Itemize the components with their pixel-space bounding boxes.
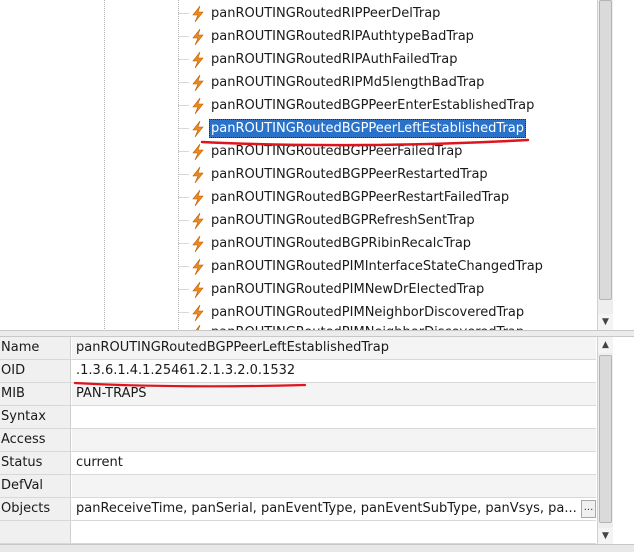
scroll-down-arrow-icon[interactable]: ▼ [598, 314, 613, 330]
tree-node[interactable]: panROUTINGRoutedBGPRibinRecalcTrap [190, 233, 473, 254]
trap-lightning-icon [190, 28, 206, 46]
trap-lightning-icon [190, 258, 206, 276]
property-key: MIB [0, 383, 71, 405]
properties-vertical-scrollbar[interactable]: ▲ ▼ [597, 337, 613, 544]
tree-node[interactable]: panROUTINGRoutedPIMInterfaceStateChanged… [190, 256, 545, 277]
tree-node-label: panROUTINGRoutedRIPAuthtypeBadTrap [211, 29, 474, 44]
red-underline-annotation [200, 138, 530, 147]
property-value[interactable]: .1.3.6.1.4.1.25461.2.1.3.2.0.1532 [72, 360, 596, 382]
property-key: Name [0, 337, 71, 359]
objects-more-button[interactable]: ... [581, 500, 596, 518]
trap-lightning-icon [190, 74, 206, 92]
property-row-empty [0, 521, 596, 544]
tree-node[interactable]: panROUTINGRoutedRIPMd5lengthBadTrap [190, 72, 486, 93]
scroll-down-arrow-icon[interactable]: ▼ [598, 528, 613, 544]
trap-lightning-icon [190, 189, 206, 207]
tree-node-label: panROUTINGRoutedBGPPeerRestartFailedTrap [211, 190, 510, 205]
tree-node-label: panROUTINGRoutedBGPPeerRestartedTrap [211, 167, 488, 182]
trap-lightning-icon [190, 51, 206, 69]
tree-node[interactable]: panROUTINGRoutedBGPPeerRestartFailedTrap [190, 187, 511, 208]
properties-table: Name panROUTINGRoutedBGPPeerLeftEstablish… [0, 337, 596, 544]
property-value[interactable]: current [72, 452, 596, 474]
property-key: Objects [0, 498, 71, 520]
tree-node-label: panROUTINGRoutedBGPRefreshSentTrap [211, 213, 475, 228]
property-row: DefVal [0, 475, 596, 498]
tree-vertical-scrollbar[interactable]: ▼ [597, 0, 613, 330]
trap-lightning-icon [190, 304, 206, 322]
property-value-text: .1.3.6.1.4.1.25461.2.1.3.2.0.1532 [76, 363, 296, 378]
tree-node[interactable]: panROUTINGRoutedPIMNeighborDiscoveredTra… [190, 322, 526, 330]
property-key: OID [0, 360, 71, 382]
tree-node-label: panROUTINGRoutedBGPPeerEnterEstablishedT… [211, 98, 535, 113]
tree-node[interactable]: panROUTINGRoutedBGPRefreshSentTrap [190, 210, 477, 231]
tree-node[interactable]: panROUTINGRoutedPIMNewDrElectedTrap [190, 279, 486, 300]
properties-scroll-thumb[interactable] [599, 355, 612, 523]
property-value[interactable]: panROUTINGRoutedBGPPeerLeftEstablishedTr… [72, 337, 596, 359]
property-value-text: panROUTINGRoutedBGPPeerLeftEstablishedTr… [76, 340, 389, 355]
property-value[interactable] [72, 406, 596, 428]
trap-lightning-icon [190, 235, 206, 253]
horizontal-scrollbar[interactable] [0, 544, 634, 552]
tree-node[interactable]: panROUTINGRoutedRIPAuthFailedTrap [190, 49, 459, 70]
property-value-text: panReceiveTime, panSerial, panEventType,… [76, 501, 577, 516]
property-row: OID .1.3.6.1.4.1.25461.2.1.3.2.0.1532 [0, 360, 596, 383]
tree-node-label: panROUTINGRoutedPIMNeighborDiscoveredTra… [209, 323, 526, 330]
tree-node-label: panROUTINGRoutedPIMNewDrElectedTrap [211, 282, 485, 297]
trap-lightning-icon [190, 281, 206, 299]
property-value[interactable] [72, 475, 596, 497]
tree-node-list: panROUTINGRoutedRIPPeerDelTrap panROUTING… [0, 0, 596, 330]
tree-node-label: panROUTINGRoutedBGPRibinRecalcTrap [211, 236, 472, 251]
property-row: Access [0, 429, 596, 452]
mib-tree-pane[interactable]: panROUTINGRoutedRIPPeerDelTrap panROUTING… [0, 0, 634, 330]
tree-scroll-thumb[interactable] [599, 0, 612, 300]
tree-node-label: panROUTINGRoutedPIMNeighborDiscoveredTra… [211, 305, 525, 320]
property-row: Syntax [0, 406, 596, 429]
property-value[interactable] [72, 429, 596, 451]
tree-node[interactable]: panROUTINGRoutedRIPPeerDelTrap [190, 3, 442, 24]
property-value[interactable]: panReceiveTime, panSerial, panEventType,… [72, 498, 596, 520]
tree-node[interactable]: panROUTINGRoutedBGPPeerEnterEstablishedT… [190, 95, 536, 116]
trap-lightning-icon [190, 97, 206, 115]
trap-lightning-icon [190, 120, 206, 138]
tree-node[interactable]: panROUTINGRoutedPIMNeighborDiscoveredTra… [190, 302, 526, 323]
property-key: Status [0, 452, 71, 474]
property-key: DefVal [0, 475, 71, 497]
property-row: Objects panReceiveTime, panSerial, panEve… [0, 498, 596, 521]
property-key [0, 521, 71, 543]
tree-node-label: panROUTINGRoutedRIPAuthFailedTrap [211, 52, 458, 67]
tree-node[interactable]: panROUTINGRoutedRIPAuthtypeBadTrap [190, 26, 476, 47]
property-key: Syntax [0, 406, 71, 428]
property-row: Name panROUTINGRoutedBGPPeerLeftEstablish… [0, 337, 596, 360]
property-row: Status current [0, 452, 596, 475]
property-key: Access [0, 429, 71, 451]
trap-lightning-icon [190, 166, 206, 184]
oid-underline-annotation [74, 381, 306, 388]
pane-splitter[interactable] [0, 330, 634, 337]
tree-node-label: panROUTINGRoutedRIPMd5lengthBadTrap [211, 75, 485, 90]
property-value-text: current [76, 455, 123, 470]
tree-node-label: panROUTINGRoutedRIPPeerDelTrap [211, 6, 441, 21]
tree-node[interactable]: panROUTINGRoutedBGPPeerRestartedTrap [190, 164, 490, 185]
tree-node-label: panROUTINGRoutedPIMInterfaceStateChanged… [211, 259, 543, 274]
scroll-up-arrow-icon[interactable]: ▲ [598, 337, 613, 353]
trap-lightning-icon [190, 5, 206, 23]
trap-lightning-icon [190, 212, 206, 230]
